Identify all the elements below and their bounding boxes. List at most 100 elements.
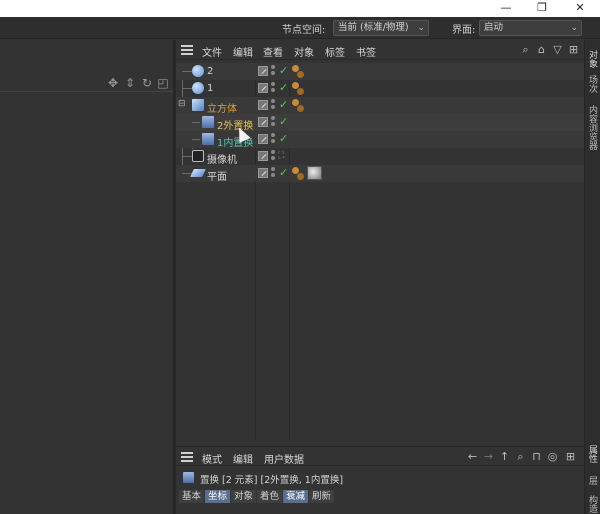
- tab-takes[interactable]: 场次: [587, 75, 599, 93]
- camera-icon: [192, 150, 204, 162]
- editor-visibility-toggle[interactable]: [258, 66, 268, 76]
- back-arrow-icon[interactable]: ←: [466, 450, 479, 463]
- sphere-icon: [192, 82, 204, 94]
- lock-icon[interactable]: ⊓: [530, 450, 543, 463]
- forward-arrow-icon[interactable]: →: [482, 450, 495, 463]
- tab-attributes[interactable]: 属性: [587, 445, 599, 463]
- list-item[interactable]: 1 ✓: [176, 80, 584, 97]
- enabled-check-icon[interactable]: ✓: [279, 98, 288, 111]
- render-visibility-dots[interactable]: [271, 99, 277, 111]
- material-tag-icon[interactable]: [297, 88, 304, 95]
- interface-label: 界面:: [452, 25, 476, 36]
- window-titlebar: — ❐ ✕: [0, 0, 600, 17]
- tab-content-browser[interactable]: 内容浏览器: [587, 105, 599, 150]
- editor-visibility-toggle[interactable]: [258, 168, 268, 178]
- enabled-check-icon[interactable]: ✓: [279, 132, 288, 145]
- object-name: 2: [207, 66, 214, 77]
- displacer-icon: [183, 472, 194, 483]
- tab-layers[interactable]: 层: [587, 476, 599, 485]
- target-icon[interactable]: ◎: [546, 450, 559, 463]
- list-item[interactable]: 2 ✓: [176, 63, 584, 80]
- editor-visibility-toggle[interactable]: [258, 100, 268, 110]
- editor-visibility-toggle[interactable]: [258, 83, 268, 93]
- cube-icon: [192, 99, 204, 111]
- top-bar: 节点空间: 当前 (标准/物理) ⌄ 界面: 启动 ⌄: [0, 17, 600, 39]
- chevron-down-icon: ⌄: [417, 23, 425, 33]
- displacer-icon: [202, 116, 214, 128]
- render-visibility-dots[interactable]: [271, 167, 277, 179]
- menu-mode[interactable]: 模式: [202, 451, 222, 466]
- filter-icon[interactable]: ▽: [551, 43, 564, 56]
- menu-edit[interactable]: 编辑: [233, 451, 253, 466]
- menu-tags[interactable]: 标签: [325, 44, 345, 59]
- tab-structure[interactable]: 构造: [587, 495, 599, 513]
- viewport-area[interactable]: [0, 40, 173, 514]
- node-space-label: 节点空间:: [282, 25, 326, 36]
- tab-refresh[interactable]: 刷新: [309, 490, 335, 503]
- menu-edit[interactable]: 编辑: [233, 44, 253, 59]
- interface-select[interactable]: 启动 ⌄: [479, 20, 582, 36]
- search-icon[interactable]: ⌕: [519, 43, 532, 56]
- enabled-check-icon[interactable]: ✓: [279, 64, 288, 77]
- attributes-header: 模式 编辑 用户数据 ← → ↑ ⌕ ⊓ ◎ ⊞: [176, 446, 584, 466]
- interface-value: 启动: [484, 22, 504, 33]
- search-icon[interactable]: ⌕: [514, 450, 527, 463]
- displacer-icon: [202, 133, 214, 145]
- tab-basic[interactable]: 基本: [179, 490, 205, 503]
- home-icon[interactable]: ⌂: [535, 43, 548, 56]
- right-tab-strip: 对象 场次 内容浏览器 属性 层 构造: [584, 40, 600, 514]
- minimize-button[interactable]: —: [491, 0, 521, 17]
- object-manager-header: 文件 编辑 查看 对象 标签 书签 ⌕ ⌂ ▽ ⊞: [176, 40, 584, 60]
- tab-objects[interactable]: 对象: [587, 50, 599, 68]
- render-visibility-dots[interactable]: [271, 82, 277, 94]
- tab-falloff[interactable]: 衰减: [283, 490, 309, 503]
- chevron-down-icon: ⌄: [570, 23, 578, 33]
- move-view-icon[interactable]: ✥: [106, 76, 120, 90]
- menu-user-data[interactable]: 用户数据: [264, 451, 304, 466]
- zoom-view-icon[interactable]: ⇕: [123, 76, 137, 90]
- render-visibility-dots[interactable]: [271, 65, 277, 77]
- render-visibility-dots[interactable]: [271, 116, 277, 128]
- rotate-view-icon[interactable]: ↻: [140, 76, 154, 90]
- menu-object[interactable]: 对象: [294, 44, 314, 59]
- list-item[interactable]: 摄像机 ⛶: [176, 148, 584, 166]
- enabled-check-icon[interactable]: ✓: [279, 166, 288, 179]
- material-tag-icon[interactable]: [297, 105, 304, 112]
- tab-shading[interactable]: 着色: [257, 490, 283, 503]
- camera-target-icon[interactable]: ⛶: [278, 151, 284, 161]
- material-tag-icon[interactable]: [297, 71, 304, 78]
- object-name: 平面: [207, 172, 227, 183]
- tab-object[interactable]: 对象: [231, 490, 257, 503]
- hamburger-menu-icon[interactable]: [181, 452, 193, 462]
- sphere-icon: [192, 65, 204, 77]
- restore-button[interactable]: ❐: [527, 0, 557, 17]
- maximize-view-icon[interactable]: ◰: [156, 76, 170, 90]
- menu-file[interactable]: 文件: [202, 44, 222, 59]
- close-button[interactable]: ✕: [565, 0, 595, 17]
- node-space-value: 当前 (标准/物理): [338, 22, 409, 33]
- attributes-tabs: 基本 坐标 对象 着色 衰减 刷新: [176, 488, 584, 505]
- editor-visibility-toggle[interactable]: [258, 117, 268, 127]
- render-visibility-dots[interactable]: [271, 150, 277, 162]
- menu-view[interactable]: 查看: [263, 44, 283, 59]
- object-name: 摄像机: [207, 155, 237, 166]
- enabled-check-icon[interactable]: ✓: [279, 81, 288, 94]
- hamburger-menu-icon[interactable]: [181, 45, 193, 55]
- collapse-toggle-icon[interactable]: ⊟: [178, 99, 186, 109]
- render-visibility-dots[interactable]: [271, 133, 277, 145]
- list-item[interactable]: 平面 ✓: [176, 165, 584, 183]
- up-arrow-icon[interactable]: ↑: [498, 450, 511, 463]
- enabled-check-icon[interactable]: ✓: [279, 115, 288, 128]
- material-tag-icon[interactable]: [297, 173, 304, 180]
- list-item[interactable]: ⊟ 立方体 ✓: [176, 97, 584, 115]
- material-preview-icon[interactable]: [307, 166, 322, 180]
- selection-info: 置换 [2 元素] [2外置换, 1内置换]: [200, 475, 344, 486]
- node-space-select[interactable]: 当前 (标准/物理) ⌄: [333, 20, 429, 36]
- editor-visibility-toggle[interactable]: [258, 151, 268, 161]
- new-panel-icon[interactable]: ⊞: [564, 450, 577, 463]
- editor-visibility-toggle[interactable]: [258, 134, 268, 144]
- tab-coordinates[interactable]: 坐标: [205, 490, 231, 503]
- viewport-toolbar: ✥ ⇕ ↻ ◰: [0, 74, 173, 92]
- menu-bookmarks[interactable]: 书签: [356, 44, 376, 59]
- new-panel-icon[interactable]: ⊞: [567, 43, 580, 56]
